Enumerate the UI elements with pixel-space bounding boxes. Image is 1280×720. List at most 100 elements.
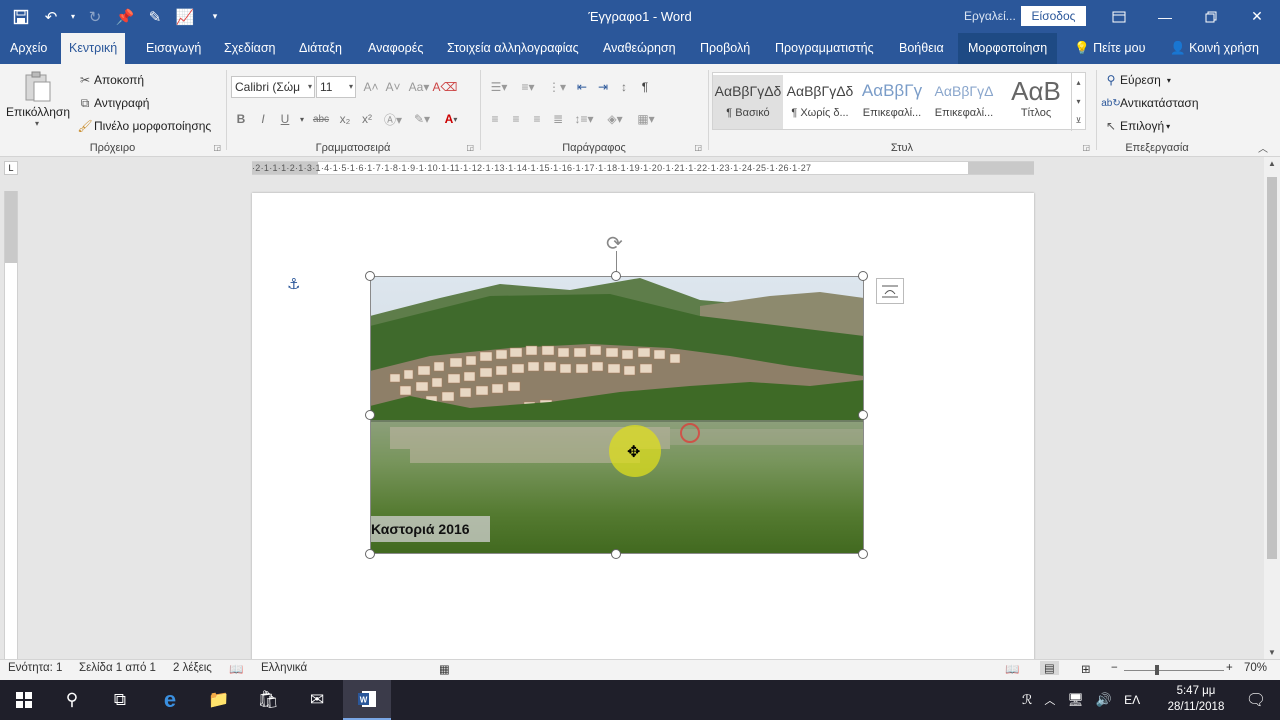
- highlight-icon[interactable]: ✎▾: [410, 110, 434, 128]
- tab-review[interactable]: Αναθεώρηση: [595, 33, 684, 64]
- anchor-icon[interactable]: ⚓: [287, 275, 300, 293]
- collapse-ribbon-icon[interactable]: ︿: [1258, 140, 1268, 155]
- superscript-button[interactable]: x²: [358, 110, 376, 128]
- mail-icon[interactable]: ✉: [293, 680, 341, 720]
- web-layout-icon[interactable]: ⊞: [1081, 662, 1091, 676]
- search-icon[interactable]: ⚲: [48, 680, 96, 720]
- resize-handle-top-right[interactable]: [858, 271, 868, 281]
- language-indicator[interactable]: Ελληνικά: [261, 662, 307, 674]
- signin-button[interactable]: Είσοδος: [1021, 6, 1086, 26]
- print-layout-icon[interactable]: ▤: [1040, 661, 1059, 675]
- task-view-icon[interactable]: ⧉: [96, 680, 144, 720]
- clock[interactable]: 5:47 μμ 28/11/2018: [1160, 683, 1232, 715]
- line-spacing-icon[interactable]: ↕≡▾: [570, 110, 598, 128]
- bullets-icon[interactable]: ☰▾: [486, 78, 512, 96]
- network-icon[interactable]: 🖥: [1067, 692, 1084, 708]
- clipboard-launcher-icon[interactable]: ◲: [213, 143, 221, 152]
- vertical-scrollbar[interactable]: ▲ ▼: [1264, 157, 1280, 659]
- zoom-in-icon[interactable]: +: [1226, 662, 1233, 674]
- resize-handle-left[interactable]: [365, 410, 375, 420]
- word-count[interactable]: 2 λέξεις: [173, 662, 212, 674]
- tab-home[interactable]: Κεντρική: [61, 33, 126, 64]
- zoom-slider[interactable]: [1124, 665, 1224, 675]
- tell-me-button[interactable]: 💡 Πείτε μου: [1066, 33, 1153, 64]
- chevron-up-icon[interactable]: ︿: [1044, 692, 1055, 708]
- grow-font-icon[interactable]: A˄: [362, 78, 380, 96]
- shrink-font-icon[interactable]: A˅: [384, 78, 402, 96]
- italic-button[interactable]: I: [254, 110, 272, 128]
- section-indicator[interactable]: Ενότητα: 1: [8, 662, 62, 674]
- layout-options-button[interactable]: [876, 278, 904, 304]
- tab-insert[interactable]: Εισαγωγή: [138, 33, 209, 64]
- resize-handle-top[interactable]: [611, 271, 621, 281]
- select-button[interactable]: ↖ Επιλογή ▾: [1102, 117, 1170, 135]
- styles-launcher-icon[interactable]: ◲: [1082, 143, 1090, 152]
- paste-button[interactable]: Επικόλληση ▾: [6, 70, 70, 136]
- rotate-handle-icon[interactable]: ⟳: [606, 231, 623, 256]
- sort-icon[interactable]: ↕: [615, 78, 633, 96]
- paragraph-launcher-icon[interactable]: ◲: [694, 143, 702, 152]
- tab-view[interactable]: Προβολή: [692, 33, 758, 64]
- restore-icon[interactable]: [1188, 0, 1234, 33]
- share-button[interactable]: 👤 Κοινή χρήση: [1162, 33, 1267, 64]
- tab-design[interactable]: Σχεδίαση: [216, 33, 284, 64]
- file-explorer-icon[interactable]: 📁: [195, 680, 243, 720]
- font-size-combo[interactable]: 11 ▾: [316, 76, 356, 98]
- macro-icon[interactable]: ▦: [439, 662, 450, 676]
- show-marks-icon[interactable]: ¶: [636, 78, 654, 96]
- tab-layout[interactable]: Διάταξη: [291, 33, 350, 64]
- resize-handle-right[interactable]: [858, 410, 868, 420]
- people-icon[interactable]: ℛ: [1022, 692, 1032, 708]
- horizontal-ruler[interactable]: ·2·1·1·1·2·1·3·1·4·1·5·1·6·1·7·1·8·1·9·1…: [252, 161, 1034, 175]
- font-name-combo[interactable]: Calibri (Σώμ ▾: [231, 76, 315, 98]
- tab-developer[interactable]: Προγραμματιστής: [767, 33, 882, 64]
- align-center-icon[interactable]: ≡: [507, 110, 525, 128]
- input-language[interactable]: ΕΛ: [1124, 693, 1140, 707]
- word-taskbar-icon[interactable]: W: [343, 680, 391, 720]
- volume-icon[interactable]: 🔊: [1096, 692, 1112, 708]
- format-painter-button[interactable]: 🖌 Πινέλο μορφοποίησης: [76, 117, 211, 135]
- edge-icon[interactable]: e: [146, 680, 194, 720]
- store-icon[interactable]: 🛍: [244, 680, 292, 720]
- change-case-icon[interactable]: Aa▾: [406, 78, 432, 96]
- resize-handle-bottom-left[interactable]: [365, 549, 375, 559]
- zoom-out-icon[interactable]: −: [1111, 662, 1118, 674]
- page-indicator[interactable]: Σελίδα 1 από 1: [79, 662, 156, 674]
- vertical-ruler[interactable]: [4, 191, 18, 659]
- read-mode-icon[interactable]: 📖: [1005, 662, 1019, 676]
- scroll-thumb[interactable]: [1267, 177, 1277, 559]
- tab-selector[interactable]: L: [4, 161, 18, 175]
- bold-button[interactable]: B: [232, 110, 250, 128]
- clear-formatting-icon[interactable]: A⌫: [433, 78, 458, 96]
- find-button[interactable]: ⚲ Εύρεση ▾: [1102, 71, 1171, 89]
- scroll-down-icon[interactable]: ▼: [1264, 648, 1280, 657]
- resize-handle-top-left[interactable]: [365, 271, 375, 281]
- align-left-icon[interactable]: ≡: [486, 110, 504, 128]
- font-color-icon[interactable]: A ▾: [438, 110, 464, 128]
- strikethrough-button[interactable]: abc: [310, 110, 332, 128]
- cut-button[interactable]: ✂ Αποκοπή: [76, 71, 144, 89]
- ribbon-display-options-icon[interactable]: [1096, 0, 1142, 33]
- notifications-icon[interactable]: 🗨: [1232, 680, 1280, 720]
- resize-handle-bottom[interactable]: [611, 549, 621, 559]
- subscript-button[interactable]: x₂: [336, 110, 354, 128]
- proofing-icon[interactable]: 📖: [229, 662, 243, 676]
- copy-button[interactable]: ⧉ Αντιγραφή: [76, 94, 150, 112]
- tab-help[interactable]: Βοήθεια: [891, 33, 952, 64]
- close-icon[interactable]: ✕: [1234, 0, 1280, 33]
- underline-button[interactable]: U: [276, 110, 294, 128]
- multilevel-list-icon[interactable]: ⋮▾: [544, 78, 570, 96]
- shading-icon[interactable]: ◈▾: [601, 110, 629, 128]
- windows-start-icon[interactable]: [0, 680, 48, 720]
- replace-button[interactable]: ab↻ Αντικατάσταση: [1101, 94, 1198, 112]
- justify-icon[interactable]: ≣: [549, 110, 567, 128]
- increase-indent-icon[interactable]: ⇥: [594, 78, 612, 96]
- decrease-indent-icon[interactable]: ⇤: [573, 78, 591, 96]
- tab-file[interactable]: Αρχείο: [2, 33, 55, 64]
- tab-format[interactable]: Μορφοποίηση: [958, 33, 1058, 64]
- zoom-level[interactable]: 70%: [1244, 662, 1267, 674]
- tab-mailings[interactable]: Στοιχεία αλληλογραφίας: [439, 33, 587, 64]
- scroll-up-icon[interactable]: ▲: [1264, 159, 1280, 168]
- numbering-icon[interactable]: ≡▾: [515, 78, 541, 96]
- borders-icon[interactable]: ▦▾: [632, 110, 660, 128]
